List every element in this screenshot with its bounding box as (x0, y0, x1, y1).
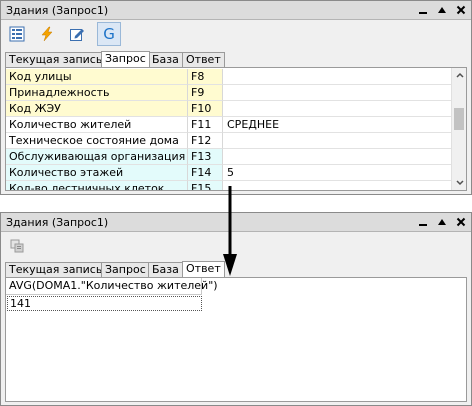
field-code-cell[interactable]: F14 (187, 165, 222, 181)
table-row[interactable]: Код улицы F8 (6, 69, 456, 85)
condition-cell[interactable] (222, 133, 456, 149)
grid-view-button[interactable] (5, 22, 29, 46)
field-code-cell[interactable]: F8 (187, 69, 222, 85)
result-column-header[interactable]: AVG(DOMA1."Количество жителей") (6, 278, 218, 295)
field-name-cell[interactable]: Код ЖЭУ (6, 101, 187, 117)
field-name-cell[interactable]: Количество этажей (6, 165, 187, 181)
close-icon[interactable] (453, 215, 469, 229)
field-name-cell[interactable]: Количество жителей (6, 117, 187, 133)
tab-current-record[interactable]: Текущая запись (5, 262, 107, 277)
field-name-cell[interactable]: Код улицы (6, 69, 187, 85)
tab-base[interactable]: База (148, 52, 183, 67)
answer-grid: AVG(DOMA1."Количество жителей") 141 (5, 277, 467, 402)
g-button[interactable]: G (97, 22, 121, 46)
condition-cell[interactable]: СРЕДНЕЕ (222, 117, 456, 133)
field-code-cell[interactable]: F10 (187, 101, 222, 117)
condition-cell[interactable] (222, 181, 456, 190)
tab-query[interactable]: Запрос (101, 51, 150, 67)
condition-cell[interactable] (222, 69, 456, 85)
field-name-cell[interactable]: Кол-во лестничных клеток (6, 181, 187, 190)
execute-button[interactable] (35, 22, 59, 46)
query-window: Здания (Запрос1) G Текущая запись Запрос… (0, 0, 472, 195)
tab-base[interactable]: База (148, 262, 183, 277)
tab-answer[interactable]: Ответ (182, 261, 225, 277)
grid-icon (9, 26, 25, 42)
field-code-cell[interactable]: F9 (187, 85, 222, 101)
field-code-cell[interactable]: F11 (187, 117, 222, 133)
field-name-cell[interactable]: Принадлежность (6, 85, 187, 101)
query-grid: Код улицы F8 Принадлежность F9 Код ЖЭУ F10 Кол… (5, 67, 467, 191)
table-row[interactable]: Количество этажей F14 5 (6, 165, 456, 181)
table-row[interactable]: Принадлежность F9 (6, 85, 456, 101)
field-code-cell[interactable]: F15 (187, 181, 222, 190)
field-code-cell[interactable]: F12 (187, 133, 222, 149)
minimize-icon[interactable] (415, 3, 431, 17)
condition-cell[interactable] (222, 85, 456, 101)
tab-bar: Текущая запись Запрос База Ответ (5, 51, 467, 67)
table-row[interactable]: Обслуживающая организация F13 (6, 149, 456, 165)
tab-current-record[interactable]: Текущая запись (5, 52, 107, 67)
lightning-icon (41, 26, 53, 42)
refresh-button[interactable] (5, 234, 29, 258)
result-cell[interactable]: 141 (7, 296, 202, 311)
close-icon[interactable] (453, 3, 469, 17)
minimize-icon[interactable] (415, 215, 431, 229)
maximize-icon[interactable] (434, 3, 450, 17)
vertical-scrollbar[interactable] (451, 68, 466, 190)
down-arrow-icon (223, 186, 237, 276)
table-row[interactable]: Количество жителей F11 СРЕДНЕЕ (6, 117, 456, 133)
condition-cell[interactable] (222, 101, 456, 117)
table-row[interactable]: Код ЖЭУ F10 (6, 101, 456, 117)
window-title: Здания (Запрос1) (6, 4, 109, 17)
table-row[interactable]: Техническое состояние дома F12 (6, 133, 456, 149)
condition-cell[interactable] (222, 149, 456, 165)
title-bar[interactable]: Здания (Запрос1) (1, 1, 471, 20)
field-name-cell[interactable]: Обслуживающая организация (6, 149, 187, 165)
edit-icon (70, 29, 84, 41)
condition-cell[interactable]: 5 (222, 165, 456, 181)
tab-query[interactable]: Запрос (101, 262, 150, 277)
scroll-thumb[interactable] (454, 108, 464, 130)
refresh-icon (10, 239, 24, 253)
window-title: Здания (Запрос1) (6, 216, 109, 229)
edit-button[interactable] (65, 22, 89, 46)
scroll-up-icon[interactable] (452, 68, 466, 82)
toolbar: G (1, 20, 471, 48)
tab-answer[interactable]: Ответ (182, 52, 225, 67)
field-code-cell[interactable]: F13 (187, 149, 222, 165)
g-icon: G (103, 25, 115, 43)
scroll-down-icon[interactable] (452, 176, 466, 190)
maximize-icon[interactable] (434, 215, 450, 229)
field-name-cell[interactable]: Техническое состояние дома (6, 133, 187, 149)
